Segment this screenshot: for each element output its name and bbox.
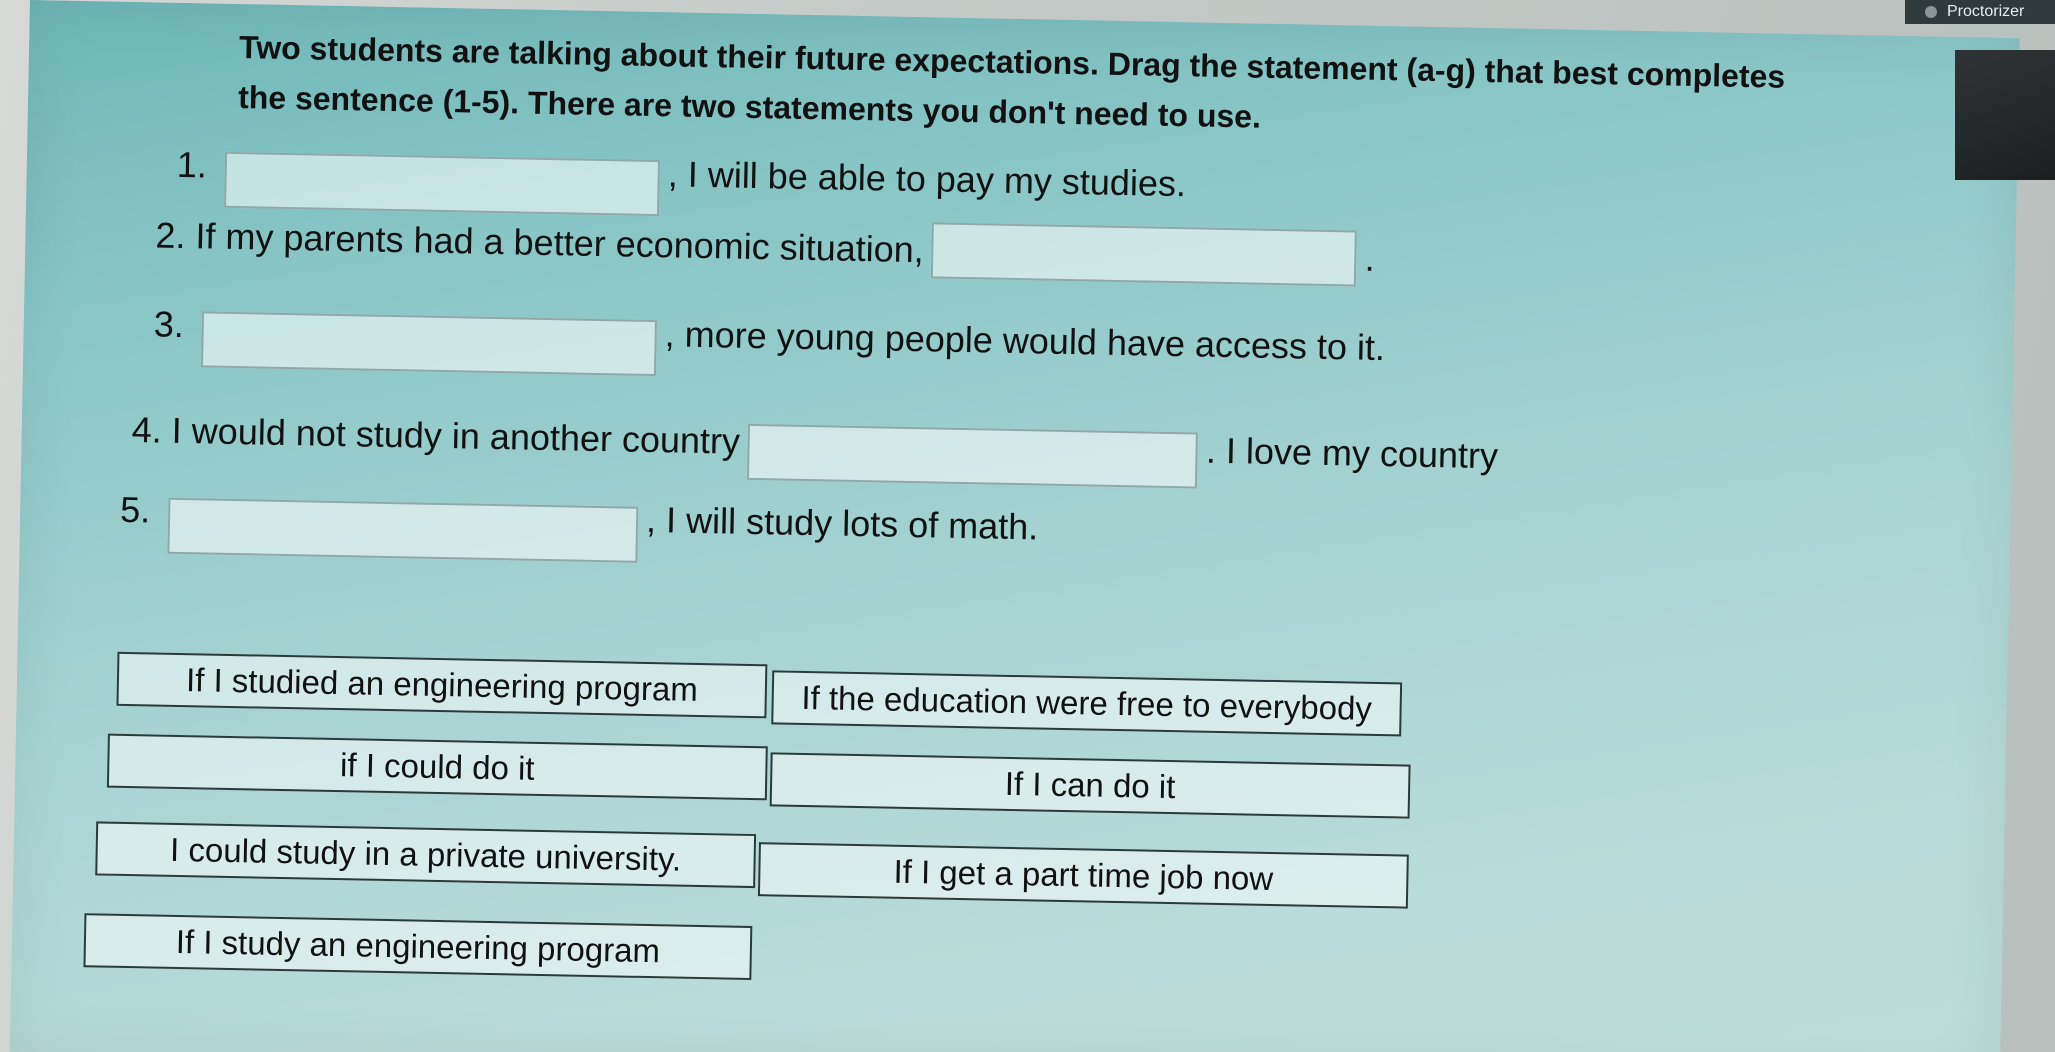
question-number: 2. [155, 214, 186, 257]
drop-zone-4[interactable] [747, 423, 1199, 489]
question-text-after: . [1364, 237, 1376, 279]
question-text-after: , I will be able to pay my studies. [667, 153, 1187, 205]
question-text-before: If my parents had a better economic situ… [195, 215, 925, 271]
screen: Proctorizer Two students are talking abo… [0, 0, 2055, 1052]
question-number: 5. [119, 488, 151, 531]
question-text-after: , more young people would have access to… [664, 313, 1386, 369]
question-text-before: I would not study in another country [171, 409, 741, 462]
option-c[interactable]: if I could do it [106, 733, 768, 801]
drop-zone-1[interactable] [224, 151, 661, 217]
option-f[interactable]: If I get a part time job now [757, 842, 1409, 909]
question-text-after: , I will study lots of math. [645, 498, 1039, 548]
question-number: 4. [131, 409, 163, 451]
question-3: 3. , more young people would have access… [153, 282, 1386, 390]
proctorizer-icon [1925, 6, 1937, 18]
statement-options: If I studied an engineering program If t… [83, 651, 1438, 981]
drop-zone-3[interactable] [201, 311, 658, 377]
webcam-preview [1955, 50, 2055, 180]
drop-zone-5[interactable] [167, 497, 639, 563]
option-a[interactable]: If I studied an engineering program [116, 651, 768, 719]
option-d[interactable]: If I can do it [769, 752, 1411, 819]
option-g[interactable]: If I study an engineering program [83, 913, 753, 981]
question-number: 1. [176, 143, 208, 186]
option-e[interactable]: I could study in a private university. [95, 821, 757, 889]
option-b[interactable]: If the education were free to everybody [771, 670, 1403, 737]
question-2: 2. If my parents had a better economic s… [155, 207, 1376, 287]
drop-zone-2[interactable] [931, 222, 1358, 287]
proctorizer-bar: Proctorizer [1905, 0, 2055, 24]
question-text-after: . I love my country [1205, 429, 1499, 477]
proctorizer-label: Proctorizer [1947, 3, 2025, 20]
question-number: 3. [153, 303, 185, 346]
question-panel: Two students are talking about their fut… [9, 0, 2020, 1052]
question-5: 5. , I will study lots of math. [119, 467, 1039, 571]
